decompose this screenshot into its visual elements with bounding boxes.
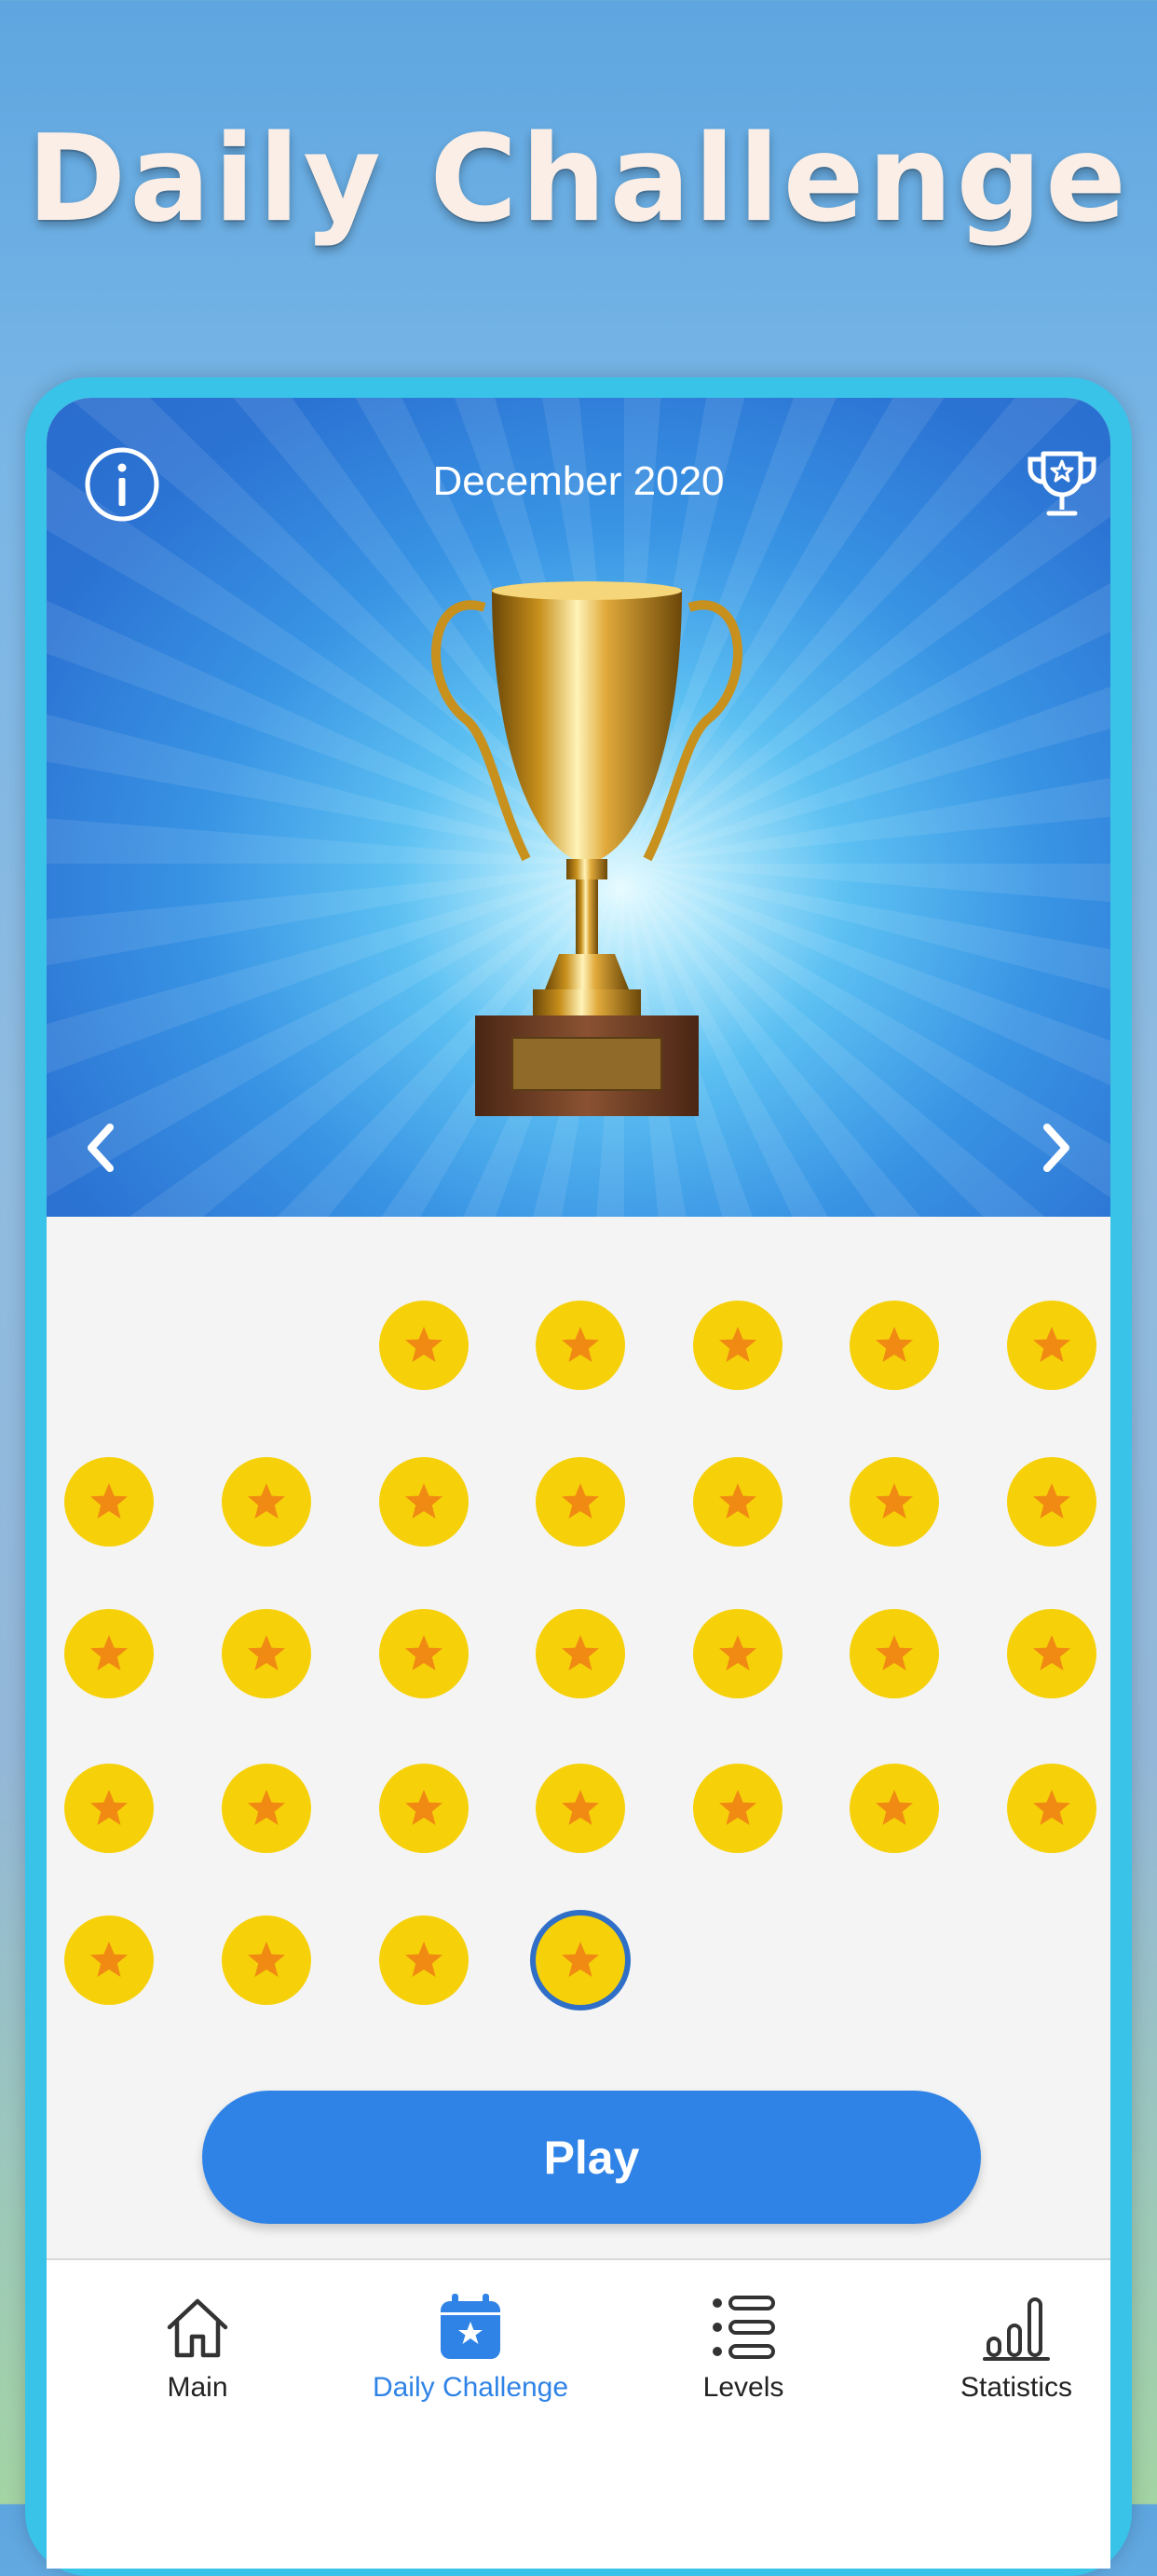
- star-icon: [1033, 1790, 1070, 1825]
- calendar-day[interactable]: [1007, 1457, 1096, 1547]
- star-icon: [562, 1327, 599, 1362]
- calendar-star-icon: [441, 2294, 500, 2359]
- star-icon: [562, 1483, 599, 1519]
- star-icon: [1033, 1483, 1070, 1519]
- phone-frame: December 2020 Play Main Daily Challenge …: [25, 377, 1132, 2576]
- star-icon: [405, 1635, 442, 1670]
- star-icon: [405, 1790, 442, 1825]
- star-icon: [405, 1327, 442, 1362]
- star-icon: [90, 1635, 128, 1670]
- bar-chart-icon: [983, 2297, 1050, 2361]
- calendar-day[interactable]: [1007, 1301, 1096, 1390]
- calendar-day[interactable]: [693, 1301, 783, 1390]
- calendar-day[interactable]: [536, 1457, 625, 1547]
- nav-item-statistics[interactable]: Statistics: [895, 2281, 1110, 2439]
- calendar-day[interactable]: [693, 1609, 783, 1698]
- star-icon: [248, 1483, 285, 1519]
- calendar-day[interactable]: [1007, 1764, 1096, 1853]
- page-headline: Daily Challenge: [27, 110, 1130, 249]
- calendar-day[interactable]: [850, 1764, 939, 1853]
- calendar-day[interactable]: [850, 1301, 939, 1390]
- nav-label-main: Main: [167, 2372, 228, 2403]
- star-icon: [876, 1635, 913, 1670]
- calendar-day[interactable]: [222, 1457, 311, 1547]
- star-icon: [719, 1483, 756, 1519]
- calendar-day[interactable]: [693, 1764, 783, 1853]
- calendar-day[interactable]: [379, 1915, 469, 2005]
- calendar-day[interactable]: [64, 1764, 154, 1853]
- star-icon: [1033, 1327, 1070, 1362]
- star-icon: [719, 1635, 756, 1670]
- calendar-day[interactable]: [222, 1764, 311, 1853]
- bottom-navigation: Main Daily Challenge Levels Statistics: [47, 2258, 1110, 2569]
- nav-label-levels: Levels: [702, 2372, 784, 2403]
- star-icon: [562, 1635, 599, 1670]
- star-icon: [248, 1790, 285, 1825]
- calendar-day[interactable]: [379, 1764, 469, 1853]
- calendar-day[interactable]: [850, 1457, 939, 1547]
- nav-label-daily-challenge: Daily Challenge: [372, 2372, 569, 2403]
- calendar-day[interactable]: [536, 1301, 625, 1390]
- trophy-outline-icon[interactable]: [1023, 446, 1101, 525]
- star-icon: [876, 1483, 913, 1519]
- star-icon: [90, 1483, 128, 1519]
- star-icon: [876, 1790, 913, 1825]
- star-icon: [90, 1942, 128, 1977]
- calendar-day[interactable]: [222, 1609, 311, 1698]
- star-icon: [90, 1790, 128, 1825]
- star-icon: [248, 1942, 285, 1977]
- chevron-left-icon[interactable]: [78, 1120, 123, 1176]
- calendar-day[interactable]: [64, 1609, 154, 1698]
- calendar-day[interactable]: [536, 1764, 625, 1853]
- list-icon: [713, 2296, 775, 2359]
- month-title: December 2020: [432, 458, 725, 504]
- star-icon: [876, 1327, 913, 1362]
- nav-item-daily-challenge[interactable]: Daily Challenge: [349, 2281, 592, 2439]
- calendar-day[interactable]: [379, 1609, 469, 1698]
- calendar-day[interactable]: [64, 1915, 154, 2005]
- home-icon: [167, 2298, 228, 2358]
- calendar-day[interactable]: [1007, 1609, 1096, 1698]
- calendar-day[interactable]: [693, 1457, 783, 1547]
- challenge-hero: December 2020: [47, 398, 1110, 1217]
- star-icon: [405, 1483, 442, 1519]
- star-icon: [719, 1327, 756, 1362]
- app-screen: December 2020 Play Main Daily Challenge …: [47, 398, 1110, 2569]
- calendar-day[interactable]: [64, 1457, 154, 1547]
- gold-trophy-image: [430, 581, 743, 1116]
- calendar-day[interactable]: [222, 1915, 311, 2005]
- nav-item-levels[interactable]: Levels: [622, 2281, 864, 2439]
- calendar-day-selected[interactable]: [536, 1915, 625, 2005]
- star-icon: [1033, 1635, 1070, 1670]
- calendar-day[interactable]: [379, 1457, 469, 1547]
- nav-label-statistics: Statistics: [960, 2372, 1073, 2403]
- star-icon: [405, 1942, 442, 1977]
- play-button[interactable]: Play: [202, 2091, 981, 2224]
- star-icon: [562, 1790, 599, 1825]
- chevron-right-icon[interactable]: [1034, 1120, 1079, 1176]
- star-icon: [562, 1942, 599, 1977]
- nav-item-main[interactable]: Main: [76, 2281, 319, 2439]
- calendar-day[interactable]: [379, 1301, 469, 1390]
- calendar-day[interactable]: [850, 1609, 939, 1698]
- star-icon: [719, 1790, 756, 1825]
- calendar-day[interactable]: [536, 1609, 625, 1698]
- star-icon: [248, 1635, 285, 1670]
